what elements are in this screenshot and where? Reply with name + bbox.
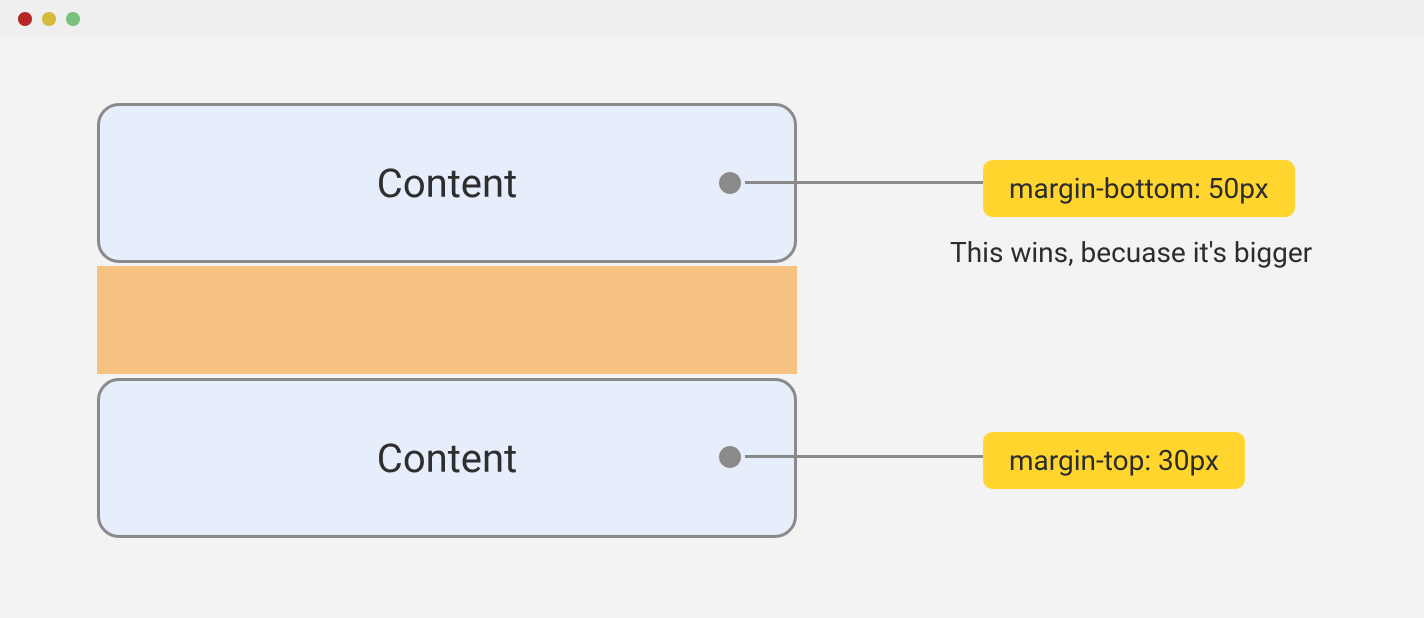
content-box-label: Content bbox=[377, 160, 517, 207]
maximize-icon[interactable] bbox=[66, 12, 80, 26]
connector-dot-icon bbox=[719, 446, 741, 468]
minimize-icon[interactable] bbox=[42, 12, 56, 26]
close-icon[interactable] bbox=[18, 12, 32, 26]
css-annotation-text: margin-bottom: 50px bbox=[1009, 172, 1269, 205]
connector-dot-icon bbox=[719, 172, 741, 194]
diagram-canvas: Content Content margin-bottom: 50px This… bbox=[0, 38, 1424, 618]
collapsed-margin-area bbox=[97, 266, 797, 374]
connector-line bbox=[745, 455, 983, 458]
css-annotation-badge: margin-top: 30px bbox=[983, 432, 1245, 489]
connector-line bbox=[745, 181, 983, 184]
css-annotation-badge: margin-bottom: 50px bbox=[983, 160, 1295, 217]
css-annotation-text: margin-top: 30px bbox=[1009, 444, 1219, 477]
content-box-top: Content bbox=[97, 103, 797, 263]
annotation-caption: This wins, becuase it's bigger bbox=[950, 236, 1312, 269]
content-box-label: Content bbox=[377, 435, 517, 482]
content-box-bottom: Content bbox=[97, 378, 797, 538]
window-titlebar bbox=[0, 0, 1424, 38]
